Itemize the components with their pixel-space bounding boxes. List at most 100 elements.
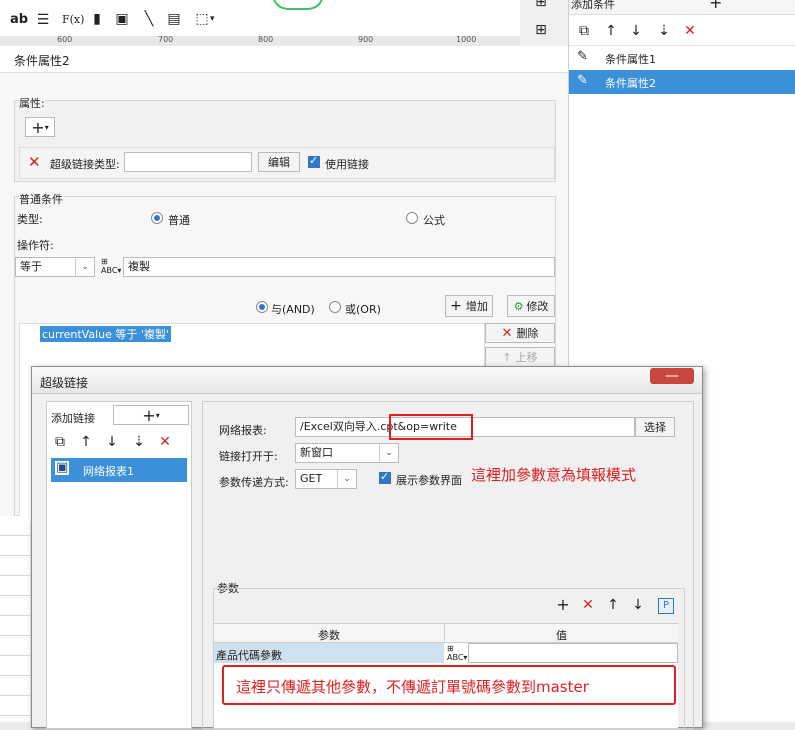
type-normal-label: 普通 bbox=[168, 214, 190, 227]
choose-button[interactable]: 选择 bbox=[635, 417, 675, 437]
method-label: 参数传递方式: bbox=[219, 476, 289, 489]
plus-icon[interactable]: + bbox=[554, 597, 572, 613]
border-icon[interactable]: ⬚ bbox=[193, 11, 211, 27]
open-in-select[interactable]: 新窗口 ⌄ bbox=[295, 443, 399, 463]
slash-icon[interactable]: ╲ bbox=[140, 11, 158, 27]
link-list-item-label: 网络报表1 bbox=[83, 465, 134, 478]
copy-icon[interactable]: ⧉ bbox=[575, 23, 593, 39]
document-icon[interactable]: ▤ bbox=[165, 11, 183, 27]
arrow-up-icon[interactable]: ↑ bbox=[602, 23, 620, 39]
add-attr-button[interactable]: + ▾ bbox=[25, 117, 55, 137]
grid-info-icon[interactable]: ⊞ bbox=[532, 22, 550, 38]
delete-button[interactable]: ✕ 删除 bbox=[485, 323, 555, 343]
parameter-icon[interactable]: P bbox=[658, 598, 674, 614]
list-item-label: 条件属性2 bbox=[605, 77, 656, 90]
type-formula-radio[interactable] bbox=[406, 212, 418, 224]
image-icon[interactable]: ▣ bbox=[113, 11, 131, 27]
sort-icon[interactable]: ⇣ bbox=[655, 23, 673, 39]
list-item[interactable]: ✎ 条件属性1 bbox=[569, 45, 795, 70]
open-in-value: 新窗口 bbox=[300, 446, 333, 459]
operator-label: 操作符: bbox=[17, 239, 54, 252]
ruler-tick: 700 bbox=[158, 35, 174, 44]
or-radio[interactable] bbox=[329, 301, 341, 313]
pencil-icon: ✎ bbox=[577, 49, 588, 64]
param-name-cell[interactable]: 產品代碼參數 bbox=[214, 643, 444, 663]
edit-button[interactable]: 编辑 bbox=[258, 152, 300, 172]
condition-panel-header: 条件属性2 bbox=[0, 46, 568, 73]
pencil-icon: ✎ bbox=[577, 73, 588, 88]
arrow-up-icon[interactable]: ↑ bbox=[604, 597, 622, 613]
grid-icon[interactable]: ⊞ bbox=[532, 0, 550, 10]
close-button[interactable]: — bbox=[650, 368, 694, 384]
operator-select[interactable]: 等于 ⌄ bbox=[15, 257, 95, 277]
chevron-down-icon: ⌄ bbox=[75, 258, 94, 276]
arrow-down-icon[interactable]: ↓ bbox=[629, 597, 647, 613]
or-label: 或(OR) bbox=[345, 303, 381, 316]
text-format-icon[interactable]: ab bbox=[10, 12, 28, 27]
annotation-box-2: 這裡只傳遞其他參數，不傳遞訂單號碼參數到master bbox=[222, 665, 676, 705]
hyperlink-row: ✕ 超级链接类型: 编辑 使用链接 bbox=[19, 147, 555, 179]
sheet-grid bbox=[0, 516, 30, 722]
table-row[interactable]: 產品代碼參數 ⊞ ABC▾ bbox=[214, 643, 678, 663]
condition-expression[interactable]: currentValue 等于 '複製' bbox=[40, 326, 171, 342]
show-param-checkbox[interactable] bbox=[379, 470, 391, 484]
add-button[interactable]: + 增加 bbox=[445, 295, 493, 317]
move-up-button[interactable]: ↑ 上移 bbox=[485, 347, 555, 367]
arrow-down-icon[interactable]: ↓ bbox=[103, 434, 121, 450]
method-value: GET bbox=[300, 472, 323, 485]
top-toolbar: ab ☰ F(x) ▮ ▣ ╲ ▤ ⬚ ▾ bbox=[0, 0, 520, 37]
ruler-tick: 800 bbox=[258, 35, 274, 44]
sort-icon[interactable]: ⇣ bbox=[130, 434, 148, 450]
dialog-title: 超级链接 bbox=[40, 376, 89, 390]
abc-icon[interactable]: ⊞ ABC▾ bbox=[447, 644, 467, 662]
modify-icon: ⚙ bbox=[513, 299, 524, 313]
chevron-down-icon: ▾ bbox=[155, 410, 160, 420]
show-param-label: 展示参数界面 bbox=[396, 474, 462, 487]
use-link-checkbox[interactable] bbox=[308, 154, 320, 168]
method-select[interactable]: GET ⌄ bbox=[295, 469, 357, 489]
col-value-header: 值 bbox=[556, 629, 567, 642]
align-icon[interactable]: ☰ bbox=[34, 12, 52, 28]
delete-icon[interactable]: ✕ bbox=[579, 597, 597, 613]
param-name: 產品代碼參數 bbox=[216, 649, 282, 662]
status-circle bbox=[272, 0, 324, 10]
delete-icon[interactable]: ✕ bbox=[681, 23, 699, 39]
hyperlink-type-label: 超级链接类型: bbox=[50, 158, 120, 171]
modify-button[interactable]: ⚙ 修改 bbox=[507, 295, 555, 317]
ruler-tick: 1000 bbox=[456, 35, 477, 44]
report-icon: ▣ bbox=[55, 460, 70, 475]
dialog-titlebar: 超级链接 — bbox=[32, 367, 702, 394]
params-group: + ✕ ↑ ↓ P 参数 值 產品代碼參數 ⊞ ABC▾ bbox=[213, 588, 685, 730]
panel-header-label: 添加条件 bbox=[571, 0, 615, 11]
link-list-item[interactable]: ▣ 网络报表1 bbox=[51, 458, 187, 482]
param-value-field[interactable] bbox=[468, 643, 678, 663]
add-link-button[interactable]: + ▾ bbox=[113, 405, 189, 425]
arrow-up-icon[interactable]: ↑ bbox=[77, 434, 95, 450]
abc-icon[interactable]: ⊞ ABC▾ bbox=[101, 257, 121, 275]
list-item-selected[interactable]: ✎ 条件属性2 bbox=[569, 70, 795, 94]
arrow-down-icon[interactable]: ↓ bbox=[627, 23, 645, 39]
formula-icon[interactable]: F(x) bbox=[62, 13, 84, 26]
delete-button-label: 删除 bbox=[516, 327, 539, 340]
and-label: 与(AND) bbox=[271, 303, 315, 316]
copy-icon[interactable]: ⧉ bbox=[51, 434, 69, 450]
chevron-down-icon: ▾ bbox=[44, 122, 49, 132]
delete-icon[interactable]: ✕ bbox=[28, 153, 41, 171]
open-in-label: 链接打开于: bbox=[219, 450, 278, 463]
operand-field[interactable]: 複製 bbox=[123, 257, 555, 277]
modify-button-label: 修改 bbox=[526, 300, 549, 313]
normal-condition-label: 普通条件 bbox=[19, 191, 63, 207]
operator-value: 等于 bbox=[20, 260, 42, 273]
type-normal-radio[interactable] bbox=[151, 212, 163, 224]
chevron-down-icon: ⌄ bbox=[337, 470, 356, 488]
plus-icon[interactable]: + bbox=[709, 0, 722, 12]
arrow-up-icon: ↑ bbox=[502, 350, 512, 364]
hyperlink-type-field[interactable] bbox=[124, 152, 252, 172]
chevron-down-icon[interactable]: ▾ bbox=[210, 14, 215, 24]
type-label: 类型: bbox=[17, 213, 43, 226]
and-radio[interactable] bbox=[256, 301, 268, 313]
params-table-header: 参数 值 bbox=[214, 624, 678, 643]
chart-icon[interactable]: ▮ bbox=[88, 11, 106, 27]
delete-icon[interactable]: ✕ bbox=[156, 434, 174, 450]
ruler-tick: 600 bbox=[57, 35, 73, 44]
